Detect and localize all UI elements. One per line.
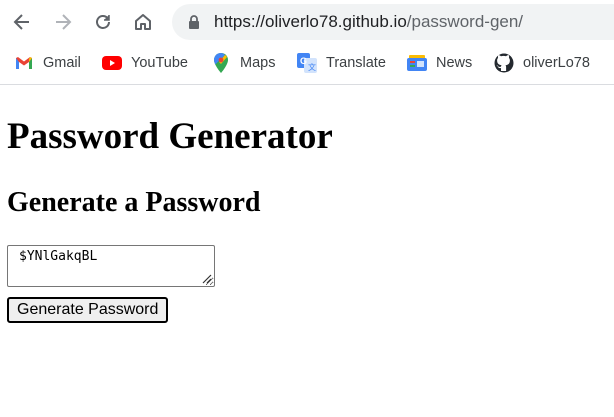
arrow-left-icon: [13, 14, 29, 30]
svg-text:G: G: [300, 56, 307, 66]
bookmarks-bar: Gmail YouTube Maps G文 Translate News oli…: [0, 44, 614, 85]
bookmark-translate[interactable]: G文 Translate: [297, 52, 386, 74]
bookmark-github[interactable]: oliverLo78: [494, 52, 590, 74]
password-value: $YNlGakqBL: [19, 249, 98, 264]
address-bar[interactable]: https://oliverlo78.github.io/password-ge…: [172, 4, 614, 40]
bookmark-label: oliverLo78: [523, 55, 590, 71]
browser-toolbar: https://oliverlo78.github.io/password-ge…: [0, 0, 614, 44]
bookmark-maps[interactable]: Maps: [211, 52, 275, 74]
url-path: /password-gen/: [406, 12, 524, 31]
reload-button[interactable]: [89, 8, 117, 36]
news-icon: [407, 53, 427, 73]
back-button[interactable]: [8, 8, 36, 36]
bookmark-gmail[interactable]: Gmail: [14, 52, 81, 74]
translate-icon: G文: [297, 53, 317, 73]
resize-grip-icon[interactable]: [202, 274, 212, 284]
forward-button[interactable]: [49, 8, 77, 36]
url-text: https://oliverlo78.github.io/password-ge…: [214, 12, 523, 32]
bookmark-label: News: [436, 55, 473, 71]
bookmark-youtube[interactable]: YouTube: [102, 52, 188, 74]
bookmark-label: Maps: [240, 55, 276, 71]
page-title: Password Generator: [7, 116, 333, 157]
github-icon: [494, 53, 514, 73]
generate-password-button[interactable]: Generate Password: [7, 297, 169, 323]
url-host: https://oliverlo78.github.io: [214, 12, 407, 31]
bookmark-news[interactable]: News: [407, 52, 472, 74]
svg-text:文: 文: [308, 62, 316, 72]
page-subtitle: Generate a Password: [7, 187, 261, 218]
lock-icon: [189, 15, 199, 29]
password-textarea[interactable]: $YNlGakqBL: [7, 245, 215, 287]
maps-icon: [211, 53, 231, 73]
bookmark-label: Translate: [326, 55, 386, 71]
reload-icon: [96, 15, 110, 29]
home-button[interactable]: [129, 8, 157, 36]
youtube-icon: [102, 53, 122, 73]
bookmark-label: YouTube: [131, 55, 188, 71]
home-icon: [135, 14, 151, 30]
arrow-right-icon: [56, 14, 72, 30]
gmail-icon: [14, 53, 34, 73]
bookmark-label: Gmail: [43, 55, 81, 71]
